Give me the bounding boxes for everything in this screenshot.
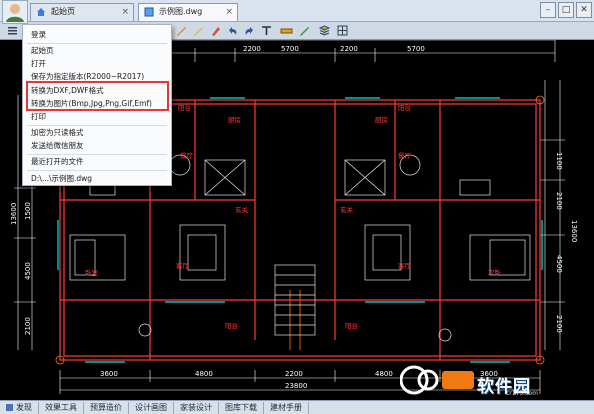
menu-recent-file-1[interactable]: D:\...\示例图.dwg xyxy=(31,173,92,185)
menu-separator xyxy=(27,125,167,126)
bottom-item-discover[interactable]: 发现 xyxy=(0,401,39,414)
room-dining-2: 餐厅 xyxy=(398,151,412,160)
bottom-bar: 发现 效果工具 预算造价 设计画图 家装设计 图库下载 建材手册 xyxy=(0,400,594,414)
dwg-file-icon xyxy=(144,7,154,17)
menu-send-wechat[interactable]: 发送给微信朋友 xyxy=(31,140,84,152)
room-foyer: 玄关 xyxy=(235,205,249,214)
room-foyer-2: 玄关 xyxy=(340,205,354,214)
menu-separator xyxy=(27,43,167,44)
minimize-button[interactable]: – xyxy=(540,2,556,18)
bottom-item-home-design[interactable]: 家装设计 xyxy=(174,401,219,414)
room-living: 客厅 xyxy=(176,261,190,270)
bottom-item-library[interactable]: 图库下载 xyxy=(219,401,264,414)
app-window: 起始页 × 示例图.dwg × – □ ✕ 2200 5700 2200 570… xyxy=(0,0,594,414)
redo-icon[interactable] xyxy=(243,24,256,37)
room-balcony-4: 阳台 xyxy=(345,321,358,330)
dim-left-1: 1500 xyxy=(24,202,32,220)
menu-encrypt-readonly[interactable]: 加密为只读格式 xyxy=(31,127,84,139)
dim-top-1: 2200 xyxy=(243,45,261,53)
user-icon xyxy=(6,4,24,22)
highlight-box xyxy=(26,81,169,111)
core xyxy=(204,159,386,336)
title-bar: 起始页 × 示例图.dwg × – □ ✕ xyxy=(0,0,594,22)
dim-top-3: 2200 xyxy=(340,45,358,53)
dim-right-1: 1100 xyxy=(555,152,563,170)
layers-icon[interactable] xyxy=(318,24,331,37)
room-bedroom: 卧室 xyxy=(85,268,99,277)
bottom-item-design-drawing[interactable]: 设计画图 xyxy=(129,401,174,414)
dim-top-2: 5700 xyxy=(281,45,299,53)
text-tool-icon[interactable] xyxy=(260,24,273,37)
dim-bottom-3: 2200 xyxy=(285,370,303,378)
dim-right-4: 2100 xyxy=(555,315,563,333)
user-avatar[interactable] xyxy=(2,0,28,24)
grid-icon[interactable] xyxy=(336,24,349,37)
room-dining: 餐厅 xyxy=(180,151,194,160)
menu-separator xyxy=(27,170,167,171)
top-dimensions xyxy=(104,40,556,62)
dim-bottom-2: 4800 xyxy=(195,370,213,378)
watermark-domain: cr173.com xyxy=(506,390,538,397)
room-kitchen-2: 厨房 xyxy=(375,115,388,124)
menu-recent-files[interactable]: 最近打开的文件 xyxy=(31,156,84,168)
dim-bottom-1: 3600 xyxy=(100,370,118,378)
dim-left-total: 13600 xyxy=(10,203,18,225)
room-balcony-2: 阳台 xyxy=(398,103,411,112)
close-tab-icon[interactable]: × xyxy=(121,4,129,20)
brush-icon[interactable] xyxy=(209,24,222,37)
menu-open[interactable]: 打开 xyxy=(31,58,46,70)
tab-label: 起始页 xyxy=(51,7,75,16)
menu-login[interactable]: 登录 xyxy=(31,29,46,41)
dim-bottom-4: 4800 xyxy=(375,370,393,378)
menu-print[interactable]: 打印 xyxy=(31,111,46,123)
pencil-icon[interactable] xyxy=(192,24,205,37)
tab-start-page[interactable]: 起始页 × xyxy=(30,3,134,21)
menu-start-page[interactable]: 起始页 xyxy=(31,45,54,57)
room-balcony: 阳台 xyxy=(178,103,191,112)
tab-label: 示例图.dwg xyxy=(159,7,203,16)
dim-top-4: 5700 xyxy=(407,45,425,53)
color-pen-icon[interactable] xyxy=(298,24,311,37)
maximize-button[interactable]: □ xyxy=(558,2,574,18)
dim-bottom-total: 23800 xyxy=(285,382,307,390)
dim-right-2: 2100 xyxy=(555,192,563,210)
top-dim-labels: 23800 2200 5700 2200 5700 xyxy=(243,40,425,53)
dim-top-total: 23800 xyxy=(290,40,312,41)
room-second-bedroom: 次卧 xyxy=(488,268,502,277)
tab-drawing[interactable]: 示例图.dwg × xyxy=(138,3,238,21)
bottom-item-materials[interactable]: 建材手册 xyxy=(264,401,309,414)
close-button[interactable]: ✕ xyxy=(576,2,592,18)
dim-left-3: 2100 xyxy=(24,317,32,335)
undo-icon[interactable] xyxy=(226,24,239,37)
measure-icon[interactable] xyxy=(280,24,293,37)
bottom-item-effect-tools[interactable]: 效果工具 xyxy=(39,401,84,414)
room-balcony-3: 阳台 xyxy=(225,321,238,330)
close-tab-icon[interactable]: × xyxy=(225,4,233,20)
room-living-2: 客厅 xyxy=(398,261,412,270)
bottom-item-budget[interactable]: 预算造价 xyxy=(84,401,129,414)
dim-right-3: 4500 xyxy=(555,255,563,273)
menu-separator xyxy=(27,154,167,155)
pen-icon[interactable] xyxy=(175,24,188,37)
home-icon xyxy=(37,8,45,16)
room-kitchen: 厨房 xyxy=(228,115,241,124)
discover-icon xyxy=(6,403,13,411)
file-menu: 登录 起始页 打开 保存为指定版本(R2000~R2017) 转换为DXF,DW… xyxy=(22,24,172,186)
menu-icon[interactable] xyxy=(6,24,19,37)
dim-left-2: 4500 xyxy=(24,262,32,280)
dim-right-total: 13600 xyxy=(570,220,578,242)
window-controls: – □ ✕ xyxy=(540,2,592,20)
